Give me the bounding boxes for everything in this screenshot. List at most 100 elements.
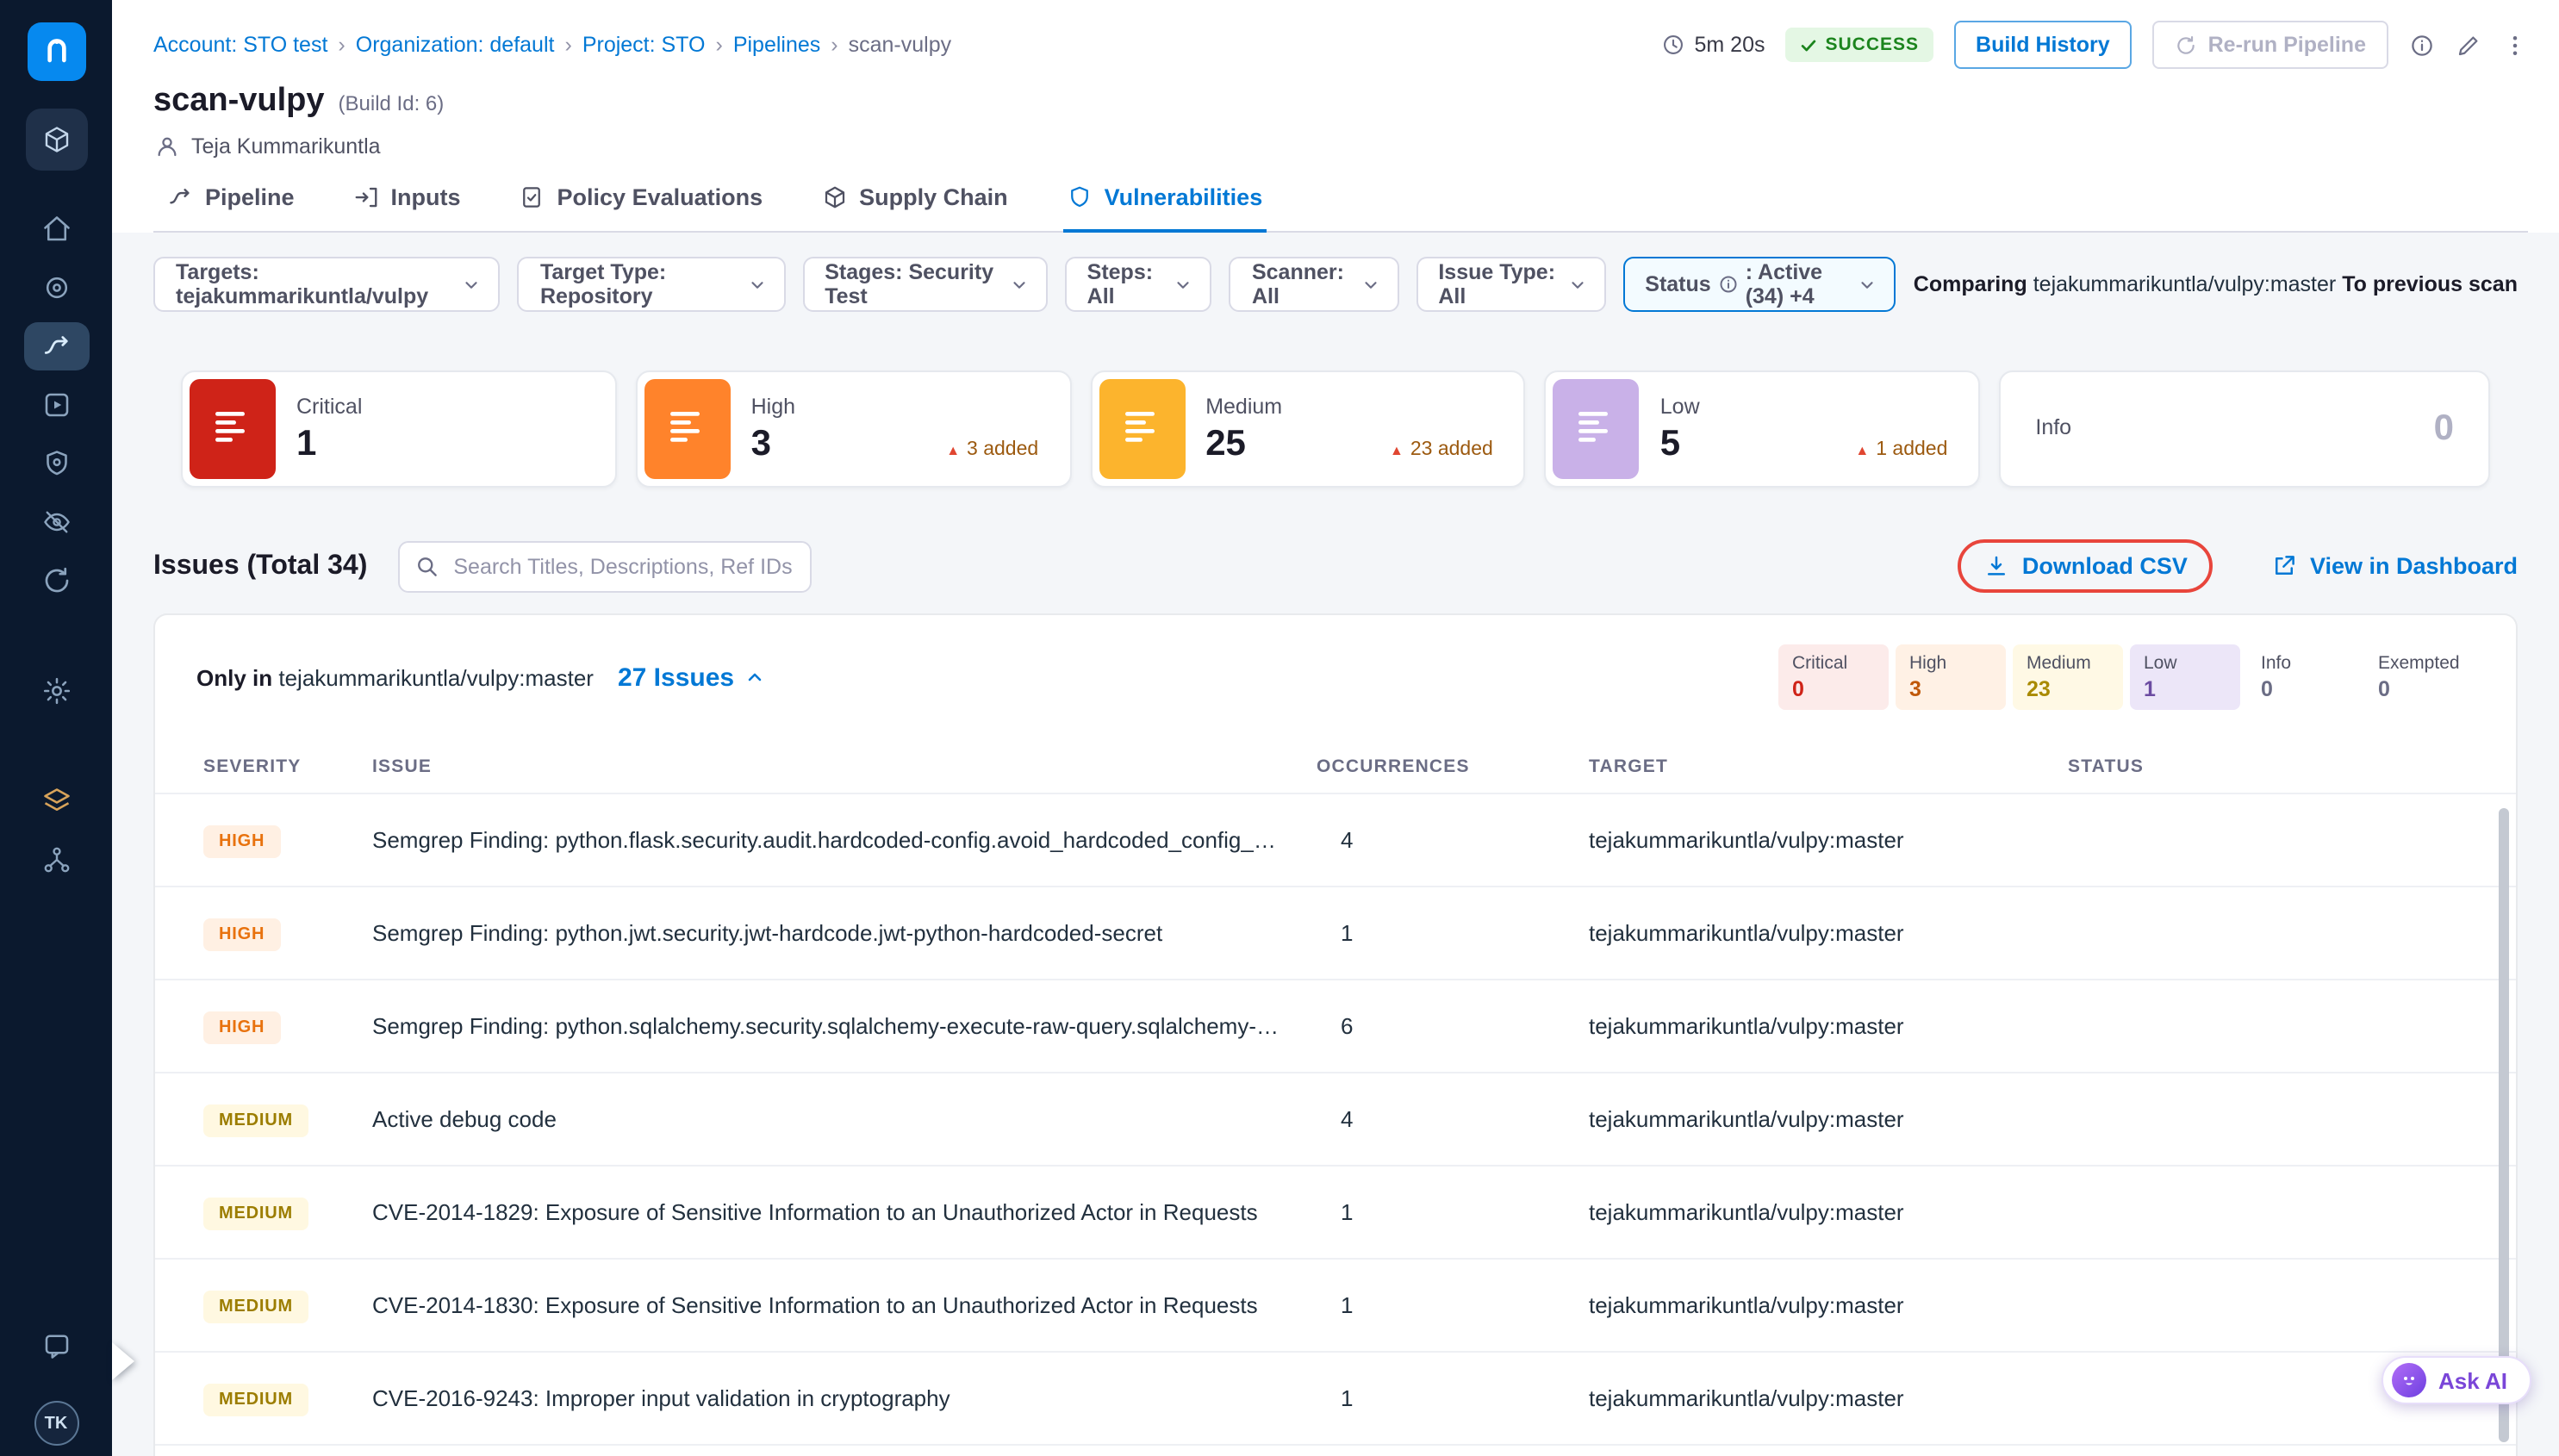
build-history-button[interactable]: Build History <box>1953 21 2132 69</box>
issue-type-filter[interactable]: Issue Type: All <box>1416 257 1605 312</box>
sidebar-nav <box>23 205 89 884</box>
module-cube-icon[interactable] <box>25 109 87 171</box>
severity-count-chips: Critical 0 High 3 Medium 23 Low <box>1778 644 2475 710</box>
chat-bubble-icon[interactable] <box>23 1322 89 1370</box>
chip-high: High 3 <box>1896 644 2006 710</box>
view-in-dashboard-button[interactable]: View in Dashboard <box>2272 553 2518 579</box>
breadcrumb-organization[interactable]: Organization: default <box>356 33 555 57</box>
scanner-filter[interactable]: Scanner: All <box>1230 257 1398 312</box>
left-nav-sidebar: TK <box>0 0 112 1456</box>
group-issue-count[interactable]: 27 Issues <box>618 663 765 692</box>
status-filter-prefix: Status <box>1645 272 1710 296</box>
table-scrollbar[interactable] <box>2499 808 2509 1442</box>
tab-inputs[interactable]: Inputs <box>350 177 464 233</box>
chip-exempted: Exempted 0 <box>2364 644 2475 710</box>
kebab-menu-icon[interactable] <box>2502 32 2528 58</box>
target-value: tejakummarikuntla/vulpy:master <box>1589 920 2068 946</box>
issues-table-header: SEVERITY ISSUE OCCURRENCES TARGET STATUS <box>155 739 2516 794</box>
low-label: Low <box>1660 394 1948 418</box>
severity-badge: MEDIUM <box>203 1197 308 1229</box>
toolbar-actions: Download CSV View in Dashboard <box>1958 539 2518 593</box>
target-value: tejakummarikuntla/vulpy:master <box>1589 1013 2068 1039</box>
issues-total-title: Issues (Total 34) <box>153 551 367 582</box>
high-label: High <box>751 394 1039 418</box>
modules-layers-icon[interactable] <box>23 777 89 825</box>
severity-badge: MEDIUM <box>203 1104 308 1136</box>
user-avatar[interactable]: TK <box>34 1401 78 1446</box>
target-value: tejakummarikuntla/vulpy:master <box>1589 827 2068 853</box>
table-row[interactable]: MEDIUM CVE-2016-9243: Improper input val… <box>155 1353 2516 1446</box>
tab-policy-evaluations[interactable]: Policy Evaluations <box>516 177 767 233</box>
occurrences-value: 4 <box>1317 827 1589 853</box>
chip-high-label: High <box>1909 653 1992 674</box>
targets-filter[interactable]: Targets: tejakummarikuntla/vulpy <box>153 257 501 312</box>
rerun-pipeline-button[interactable]: Re-run Pipeline <box>2153 21 2388 69</box>
target-type-filter[interactable]: Target Type: Repository <box>518 257 785 312</box>
duration-text: 5m 20s <box>1695 33 1765 57</box>
filter-bar: Targets: tejakummarikuntla/vulpy Target … <box>153 257 2518 312</box>
info-label: Info <box>2035 414 2071 439</box>
sidebar-expand-handle[interactable] <box>112 1342 134 1380</box>
critical-card: Critical 1 <box>181 370 617 488</box>
tab-inputs-label: Inputs <box>391 184 461 210</box>
chip-high-count: 3 <box>1909 677 1992 701</box>
pipelines-icon[interactable] <box>23 322 89 370</box>
chevron-down-icon <box>463 275 482 294</box>
high-added-text: 3 added <box>967 439 1038 460</box>
ask-ai-button[interactable]: Ask AI <box>2382 1356 2531 1404</box>
table-row-partial[interactable]: MEDIUM CVE-2017-11424: ... tejakummariku… <box>155 1446 2516 1456</box>
executions-icon[interactable] <box>23 381 89 429</box>
stages-filter[interactable]: Stages: Security Test <box>802 257 1047 312</box>
breadcrumb-pipelines[interactable]: Pipelines <box>733 33 820 57</box>
target-icon[interactable] <box>23 264 89 312</box>
inputs-tab-icon <box>353 184 379 210</box>
status-badge: SUCCESS <box>1786 28 1933 62</box>
comparing-label: Comparing <box>1914 272 2027 296</box>
target-value: tejakummarikuntla/vulpy:master <box>1589 1106 2068 1132</box>
chip-critical-label: Critical <box>1792 653 1875 674</box>
tab-vulnerabilities[interactable]: Vulnerabilities <box>1063 177 1267 233</box>
breadcrumb: Account: STO test › Organization: defaul… <box>153 33 951 57</box>
chevron-down-icon <box>1567 275 1586 294</box>
download-csv-button[interactable]: Download CSV <box>1984 553 2188 579</box>
chip-low-count: 1 <box>2144 677 2226 701</box>
tab-pipeline[interactable]: Pipeline <box>164 177 298 233</box>
table-row[interactable]: HIGH Semgrep Finding: python.flask.secur… <box>155 794 2516 887</box>
status-badge-label: SUCCESS <box>1826 34 1920 55</box>
table-row[interactable]: MEDIUM CVE-2014-1829: Exposure of Sensit… <box>155 1167 2516 1260</box>
red-annotation-highlight: Download CSV <box>1958 539 2213 593</box>
edit-pencil-icon[interactable] <box>2456 32 2481 58</box>
low-card: Low 5 ▲1 added <box>1545 370 1981 488</box>
home-icon[interactable] <box>23 205 89 253</box>
search-box <box>398 540 812 592</box>
low-added: ▲1 added <box>1855 439 1947 460</box>
table-row[interactable]: MEDIUM Active debug code 4 tejakummariku… <box>155 1073 2516 1167</box>
hierarchy-icon[interactable] <box>23 836 89 884</box>
col-issue: ISSUE <box>372 756 1317 776</box>
target-value: tejakummarikuntla/vulpy:master <box>1589 1385 2068 1411</box>
search-input[interactable] <box>398 540 812 592</box>
info-circle-icon[interactable] <box>2409 32 2435 58</box>
chip-info-label: Info <box>2261 653 2344 674</box>
settings-gear-icon[interactable] <box>23 667 89 715</box>
critical-label: Critical <box>296 394 584 418</box>
table-row[interactable]: MEDIUM CVE-2014-1830: Exposure of Sensit… <box>155 1260 2516 1353</box>
harness-logo[interactable] <box>27 22 85 81</box>
steps-filter[interactable]: Steps: All <box>1065 257 1212 312</box>
chip-info-count: 0 <box>2261 677 2344 701</box>
security-tests-shield-icon[interactable] <box>23 439 89 488</box>
breadcrumb-project[interactable]: Project: STO <box>582 33 706 57</box>
target-value: tejakummarikuntla/vulpy:master <box>1589 1292 2068 1318</box>
table-row[interactable]: HIGH Semgrep Finding: python.sqlalchemy.… <box>155 980 2516 1073</box>
table-row[interactable]: HIGH Semgrep Finding: python.jwt.securit… <box>155 887 2516 980</box>
eye-off-icon[interactable] <box>23 498 89 546</box>
tab-supply-chain[interactable]: Supply Chain <box>818 177 1012 233</box>
clock-icon <box>1662 33 1686 57</box>
chip-critical-count: 0 <box>1792 677 1875 701</box>
triggered-by-user: Teja Kummarikuntla <box>191 134 381 159</box>
status-filter[interactable]: Status : Active (34) +4 <box>1622 257 1896 312</box>
ask-ai-label: Ask AI <box>2438 1367 2507 1393</box>
breadcrumb-account[interactable]: Account: STO test <box>153 33 327 57</box>
view-in-dashboard-label: View in Dashboard <box>2310 553 2518 579</box>
sync-icon[interactable] <box>23 557 89 605</box>
